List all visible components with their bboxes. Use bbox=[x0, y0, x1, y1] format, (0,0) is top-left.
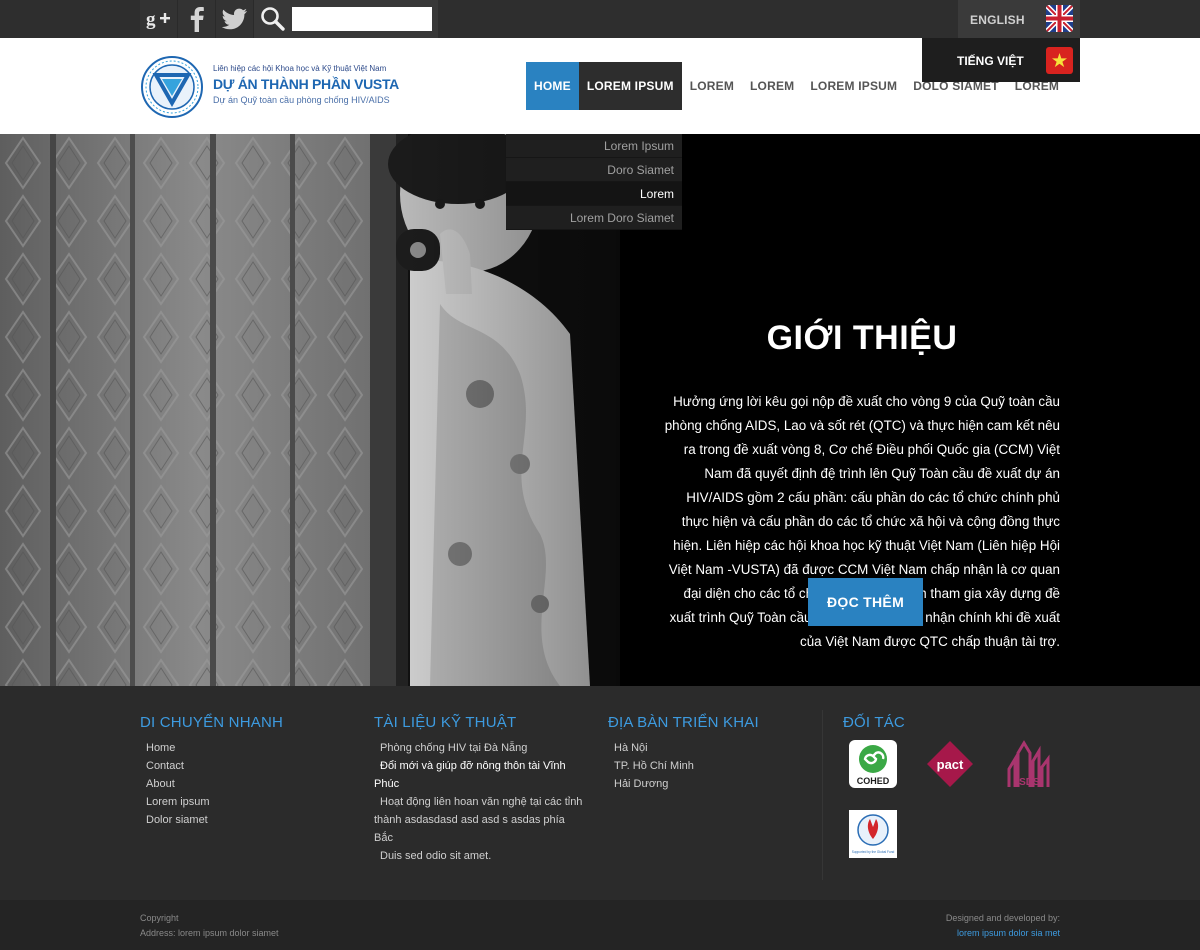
vusta-emblem-icon bbox=[141, 56, 203, 118]
footer-area-link[interactable]: Hà Nội bbox=[608, 739, 808, 757]
partner-pact-label: pact bbox=[937, 757, 964, 772]
footer-link-dolor-siamet[interactable]: Dolor siamet bbox=[140, 811, 350, 829]
footer-partners-title: ĐỐI TÁC bbox=[843, 714, 905, 731]
nav-dropdown-menu: Lorem Ipsum Doro Siamet Lorem Lorem Doro… bbox=[506, 134, 682, 230]
top-bar: g ENGLISH bbox=[0, 0, 1200, 38]
partner-logo-pact[interactable]: pact bbox=[925, 739, 975, 789]
logo-line-3: Dự án Quỹ toàn cầu phòng chống HIV/AIDS bbox=[213, 95, 390, 105]
dropdown-item-doro-siamet[interactable]: Doro Siamet bbox=[506, 158, 682, 182]
footer-divider bbox=[822, 710, 823, 880]
bottom-bar: Copyright Address: lorem ipsum dolor sia… bbox=[0, 900, 1200, 950]
footer-doc-link[interactable]: Phòng chống HIV tại Đà Nẵng bbox=[374, 739, 586, 757]
copyright-text: Copyright bbox=[140, 913, 179, 923]
footer-docs-title: TÀI LIỆU KỸ THUẬT bbox=[374, 714, 517, 731]
dropdown-item-lorem[interactable]: Lorem bbox=[506, 182, 682, 206]
nav-item-lorem[interactable]: LOREM bbox=[682, 62, 742, 110]
svg-text:g: g bbox=[146, 9, 156, 30]
footer-link-about[interactable]: About bbox=[140, 775, 350, 793]
language-english[interactable]: ENGLISH bbox=[958, 0, 1080, 38]
vietnam-flag-icon bbox=[1046, 47, 1073, 74]
footer-areas: ĐỊA BÀN TRIỂN KHAI Hà Nội TP. Hồ Chí Min… bbox=[608, 714, 808, 793]
social-links: g bbox=[140, 0, 254, 38]
footer-area-link[interactable]: Hải Dương bbox=[608, 775, 808, 793]
developer-link[interactable]: lorem ipsum dolor sia met bbox=[957, 928, 1060, 938]
site-logo[interactable]: Liên hiệp các hội Khoa học và Kỹ thuật V… bbox=[140, 55, 399, 121]
search-icon[interactable] bbox=[260, 6, 286, 32]
footer-link-home[interactable]: Home bbox=[140, 739, 350, 757]
partner-logo-isds[interactable]: ISDS bbox=[1003, 739, 1053, 789]
footer-partners: ĐỐI TÁC COHED pact ISDS Supported by the… bbox=[843, 714, 1060, 879]
footer-link-contact[interactable]: Contact bbox=[140, 757, 350, 775]
nav-item-lorem-ipsum[interactable]: LOREM IPSUM bbox=[578, 62, 682, 110]
footer-technical-docs: TÀI LIỆU KỸ THUẬT Phòng chống HIV tại Đà… bbox=[374, 714, 586, 865]
language-vietnamese[interactable]: TIẾNG VIỆT bbox=[922, 38, 1080, 82]
search-input[interactable] bbox=[292, 7, 432, 31]
dropdown-item-lorem-doro-siamet[interactable]: Lorem Doro Siamet bbox=[506, 206, 682, 230]
partner-cohed-label: COHED bbox=[857, 776, 890, 786]
footer-area-link[interactable]: TP. Hồ Chí Minh bbox=[608, 757, 808, 775]
google-plus-icon[interactable]: g bbox=[140, 0, 178, 38]
hero-title: GIỚI THIỆU bbox=[766, 319, 958, 357]
nav-item-lorem-ipsum-2[interactable]: LOREM IPSUM bbox=[802, 62, 905, 110]
footer-quick-nav-title: DI CHUYỂN NHANH bbox=[140, 714, 284, 731]
nav-item-lorem-2[interactable]: LOREM bbox=[742, 62, 802, 110]
nav-item-home[interactable]: HOME bbox=[526, 62, 579, 110]
address-text: Address: lorem ipsum dolor siamet bbox=[140, 928, 279, 938]
dropdown-item-lorem-ipsum[interactable]: Lorem Ipsum bbox=[506, 134, 682, 158]
partner-isds-label: ISDS bbox=[1016, 777, 1040, 788]
twitter-icon[interactable] bbox=[216, 0, 254, 38]
footer-doc-link[interactable]: Hoạt động liên hoan văn nghệ tại các tỉn… bbox=[374, 793, 586, 847]
footer-doc-link[interactable]: Duis sed odio sit amet. bbox=[374, 847, 586, 865]
facebook-icon[interactable] bbox=[178, 0, 216, 38]
partner-logos: COHED pact ISDS Supported by the Global … bbox=[843, 739, 1060, 879]
logo-line-1: Liên hiệp các hội Khoa học và Kỹ thuật V… bbox=[213, 64, 387, 73]
language-english-label: ENGLISH bbox=[970, 13, 1025, 27]
footer-quick-nav: DI CHUYỂN NHANH Home Contact About Lorem… bbox=[140, 714, 350, 829]
partner-logo-global-fund[interactable]: Supported by the Global Fund bbox=[848, 809, 898, 859]
partner-global-fund-label: Supported by the Global Fund bbox=[852, 850, 895, 854]
footer-link-lorem-ipsum[interactable]: Lorem ipsum bbox=[140, 793, 350, 811]
uk-flag-icon bbox=[1046, 5, 1073, 32]
search-box bbox=[254, 0, 438, 38]
designed-by-text: Designed and developed by: bbox=[945, 913, 1060, 923]
logo-line-2: DỰ ÁN THÀNH PHẦN VUSTA bbox=[213, 76, 399, 92]
footer-doc-link[interactable]: Đổi mới và giúp đỡ nông thôn tài Vĩnh Ph… bbox=[374, 757, 586, 793]
footer-areas-title: ĐỊA BÀN TRIỂN KHAI bbox=[608, 714, 759, 731]
language-vietnamese-label: TIẾNG VIỆT bbox=[957, 54, 1024, 68]
partner-logo-cohed[interactable]: COHED bbox=[848, 739, 898, 789]
read-more-button[interactable]: ĐỌC THÊM bbox=[808, 578, 923, 626]
site-footer: DI CHUYỂN NHANH Home Contact About Lorem… bbox=[0, 686, 1200, 900]
